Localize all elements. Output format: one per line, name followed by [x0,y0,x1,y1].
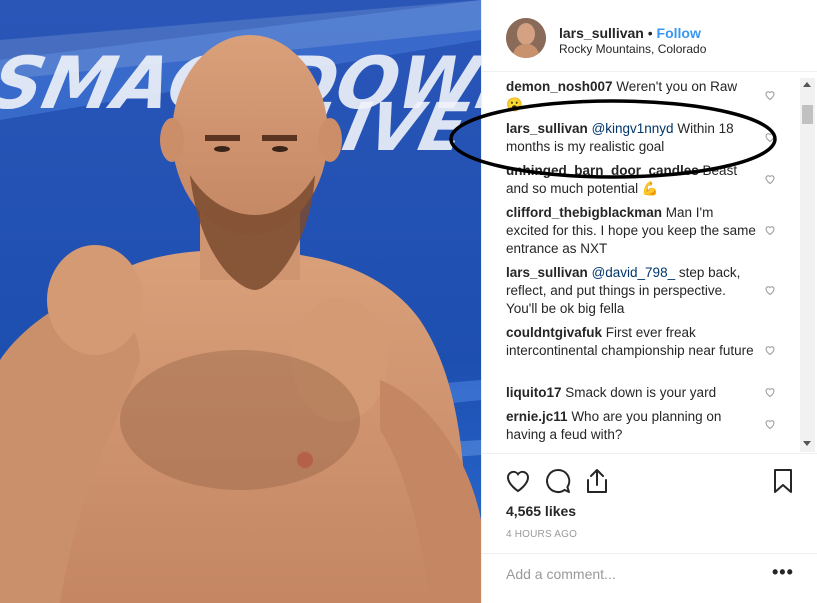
add-comment-input[interactable]: Add a comment... [506,566,616,582]
post-photo[interactable]: SMACKDOWN LIVE [0,0,481,603]
scroll-up-arrow-icon[interactable] [803,82,811,87]
heart-icon[interactable] [764,284,776,296]
heart-icon[interactable] [764,344,776,356]
comment-username[interactable]: liquito17 [506,385,562,400]
comment-username[interactable]: demon_nosh007 [506,79,613,94]
comment-username[interactable]: clifford_thebigblackman [506,205,662,220]
post-actions: 4,565 likes 4 HOURS AGO [482,453,817,553]
wrestler-photo: SMACKDOWN LIVE [0,0,481,603]
header-user-line: lars_sullivan • Follow [559,25,701,41]
header-location[interactable]: Rocky Mountains, Colorado [559,42,706,56]
share-icon[interactable] [583,467,611,495]
likes-count[interactable]: 4,565 likes [506,503,576,519]
comment-mention[interactable]: @david_798_ [588,265,676,280]
comment-username[interactable]: lars_sullivan [506,121,588,136]
heart-icon[interactable] [764,386,776,398]
emoji-icon: 💪 [641,181,659,196]
comment-item: lars_sullivan @kingv1nnyd Within 18 mont… [506,120,756,156]
post-sidebar: lars_sullivan • Follow Rocky Mountains, … [481,0,817,603]
heart-icon[interactable] [764,131,776,143]
avatar[interactable] [506,18,546,58]
comment-username[interactable]: unhinged_barn_door_candles [506,163,699,178]
comments-list[interactable]: demon_nosh007 Weren't you on Raw 😮 lars_s… [482,72,817,453]
post-header: lars_sullivan • Follow Rocky Mountains, … [482,0,817,72]
avatar-image [506,18,546,58]
comment-text: Smack down is your yard [561,385,717,400]
heart-icon[interactable] [764,89,776,101]
comment-item: demon_nosh007 Weren't you on Raw 😮 [506,78,756,114]
bookmark-icon[interactable] [769,467,797,495]
comment-username[interactable]: lars_sullivan [506,265,588,280]
scroll-thumb[interactable] [802,105,813,124]
comment-icon[interactable] [544,467,572,495]
comment-text: Weren't you on Raw [612,79,738,94]
like-heart-icon[interactable] [504,467,532,495]
comment-item: ernie.jc11 Who are you planning on havin… [506,408,756,444]
comment-username[interactable]: ernie.jc11 [506,409,568,424]
emoji-icon: 😮 [506,97,523,112]
comment-mention[interactable]: @kingv1nnyd [588,121,674,136]
add-comment-bar: Add a comment... ••• [482,553,817,603]
follow-button[interactable]: Follow [657,25,701,41]
comment-item: clifford_thebigblackman Man I'm excited … [506,204,756,258]
more-options-icon[interactable]: ••• [772,562,794,583]
heart-icon[interactable] [764,418,776,430]
heart-icon[interactable] [764,173,776,185]
comment-item: unhinged_barn_door_candles Beast and so … [506,162,756,198]
comment-username[interactable]: couldntgivafuk [506,325,602,340]
header-username[interactable]: lars_sullivan [559,25,644,41]
comment-item: liquito17 Smack down is your yard [506,384,756,402]
comments-scrollbar[interactable] [800,78,815,452]
comment-item: couldntgivafuk First ever freak intercon… [506,324,756,360]
scroll-down-arrow-icon[interactable] [803,441,811,446]
comment-item: lars_sullivan @david_798_ step back, ref… [506,264,756,318]
post-timestamp[interactable]: 4 HOURS AGO [506,529,577,540]
header-separator: • [647,25,653,41]
heart-icon[interactable] [764,224,776,236]
